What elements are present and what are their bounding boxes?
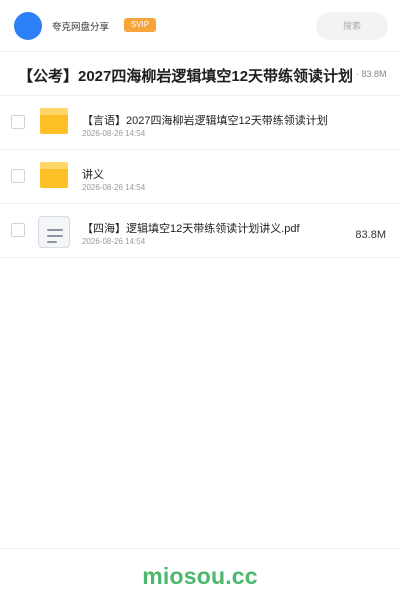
file-date: 2026-08-26 14:54 (82, 237, 146, 246)
document-icon (38, 216, 70, 248)
page-title: 【公考】2027四海柳岩逻辑填空12天带练领读计划 (18, 68, 354, 85)
file-checkbox[interactable] (11, 169, 25, 183)
file-name[interactable]: 【四海】逻辑填空12天带练领读计划讲义.pdf (82, 220, 300, 236)
svip-badge: SVIP (124, 18, 156, 32)
search-input[interactable] (316, 12, 388, 40)
footer: miosou.cc (0, 548, 400, 600)
file-size: 83.8M (355, 229, 386, 241)
app-header: 夸克网盘分享 SVIP (0, 0, 400, 52)
file-name[interactable]: 【言语】2027四海柳岩逻辑填空12天带练领读计划 (82, 112, 328, 128)
file-checkbox[interactable] (11, 223, 25, 237)
file-date: 2026-08-26 14:54 (82, 183, 146, 192)
file-row-folder-jiangyi[interactable]: 讲义 2026-08-26 14:54 (0, 150, 400, 204)
file-date: 2026-08-26 14:54 (82, 129, 146, 138)
total-size: · 83.8M (356, 69, 387, 79)
file-row-folder-yanyu[interactable]: 【言语】2027四海柳岩逻辑填空12天带练领读计划 2026-08-26 14:… (0, 96, 400, 150)
watermark-text: miosou.cc (142, 563, 258, 589)
folder-icon (40, 162, 68, 188)
file-row-pdf[interactable]: 【四海】逻辑填空12天带练领读计划讲义.pdf 2026-08-26 14:54… (0, 204, 400, 258)
share-title-row: 【公考】2027四海柳岩逻辑填空12天带练领读计划 · 83.8M (0, 52, 400, 96)
file-checkbox[interactable] (11, 115, 25, 129)
brand-name: 夸克网盘分享 (52, 22, 110, 33)
folder-icon (40, 108, 68, 134)
file-name[interactable]: 讲义 (82, 166, 104, 182)
avatar[interactable] (14, 12, 42, 40)
